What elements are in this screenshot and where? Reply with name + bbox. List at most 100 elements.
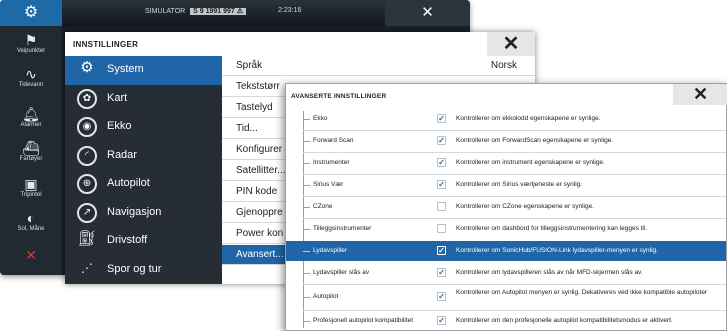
row-description: Kontrollerer om Autopilot menyen er synl… bbox=[456, 289, 708, 296]
row-label: Profesjonell autopilot kompatibilitet bbox=[313, 317, 414, 324]
sidebar-item-label: Veipunkter bbox=[16, 48, 46, 54]
sonar-icon: ◉ bbox=[77, 117, 97, 137]
tree-tick bbox=[303, 229, 310, 230]
advanced-row-instrumenter[interactable]: Instrumenter ✓ Kontrollerer om instrumen… bbox=[286, 153, 726, 173]
simulator-mode: S 9 1991 997 ⚠ bbox=[190, 8, 247, 15]
category-ekko[interactable]: ◉ Ekko bbox=[65, 113, 222, 142]
advanced-close-icon[interactable]: ✕ bbox=[673, 84, 727, 105]
category-navigasjon[interactable]: ↗ Navigasjon bbox=[65, 199, 222, 228]
row-checkbox[interactable] bbox=[437, 202, 446, 211]
simulator-status: SIMULATOR S 9 1991 997 ⚠ bbox=[145, 7, 247, 15]
row-description: Kontrollerer om ForwardScan egenskapene … bbox=[456, 137, 614, 144]
sidebar-item-label: Fartøyer bbox=[19, 156, 43, 162]
row-label: Lydavspiller bbox=[313, 247, 348, 254]
flag-icon: ⚑ bbox=[24, 32, 38, 48]
option-label: PIN kode bbox=[236, 186, 278, 197]
option-label: Tid... bbox=[236, 123, 258, 134]
sidebar-item-label: Alarmer bbox=[20, 122, 42, 128]
sidebar-item-sol-mane[interactable]: ◐ Sol, Måne bbox=[0, 210, 62, 232]
advanced-row-autopilot[interactable]: Autopilot ✓ Kontrollerer om Autopilot me… bbox=[286, 285, 726, 309]
trip-icon: ▣ bbox=[24, 176, 38, 192]
row-label: Tilleggsinstrumenter bbox=[313, 225, 372, 232]
advanced-settings-dialog: AVANSERTE INNSTILLINGER ✕ Ekko ✓ Kontrol… bbox=[285, 83, 727, 331]
row-description: Kontrollerer om ekkolodd egenskapene er … bbox=[456, 115, 601, 122]
row-checkbox[interactable]: ✓ bbox=[437, 246, 446, 255]
row-label: CZone bbox=[313, 203, 333, 210]
row-label: Instrumenter bbox=[313, 159, 350, 166]
option-label: Tekststørr bbox=[236, 81, 280, 92]
advanced-row-forward-scan[interactable]: Forward Scan ✓ Kontrollerer om ForwardSc… bbox=[286, 131, 726, 151]
sidebar-item-fartoyer[interactable]: ⛴︎ Fartøyer bbox=[0, 140, 62, 162]
screen: ⚙ SIMULATOR S 9 1991 997 ⚠ 2:23:16 ✕ ⚑ V… bbox=[0, 0, 727, 331]
tree-tick bbox=[303, 185, 310, 186]
sidebar-item-tripintel[interactable]: ▣ Tripintel bbox=[0, 176, 62, 198]
row-checkbox[interactable]: ✓ bbox=[437, 114, 446, 123]
sidebar-item-label: Tidevann bbox=[18, 82, 44, 88]
settings-close-icon[interactable]: ✕ bbox=[487, 32, 535, 56]
category-label: Autopilot bbox=[107, 177, 150, 189]
simulator-label: SIMULATOR bbox=[145, 8, 186, 15]
category-system[interactable]: ⚙ System bbox=[65, 56, 222, 85]
row-checkbox[interactable]: ✓ bbox=[437, 158, 446, 167]
row-label: Ekko bbox=[313, 115, 328, 122]
advanced-row-profesjonell-autopilot[interactable]: Profesjonell autopilot kompatibilitet ✓ … bbox=[286, 311, 726, 330]
tree-tick bbox=[303, 273, 310, 274]
tree-tick bbox=[303, 297, 310, 298]
option-label: Gjenoppre bbox=[236, 207, 283, 218]
option-label: Avansert... bbox=[236, 249, 284, 260]
category-label: Spor og tur bbox=[107, 262, 162, 275]
category-drivstoff[interactable]: ⛽︎ Drivstoff bbox=[65, 227, 222, 256]
category-autopilot[interactable]: ⊕ Autopilot bbox=[65, 170, 222, 199]
advanced-row-lydavspiller[interactable]: Lydavspiller ✓ Kontrollerer om SonicHub/… bbox=[286, 241, 726, 261]
advanced-row-czone[interactable]: CZone Kontrollerer om CZone egenskapene … bbox=[286, 197, 726, 217]
clock: 2:23:16 bbox=[278, 7, 302, 14]
row-description: Kontrollerer om SonicHub/FUSION-Link lyd… bbox=[456, 247, 658, 254]
track-icon: ⋰ bbox=[81, 260, 93, 275]
settings-gear-icon[interactable]: ⚙ bbox=[0, 0, 62, 26]
row-label: Lydavspiller slås av bbox=[313, 269, 370, 276]
helm-icon: ⊕ bbox=[77, 174, 97, 194]
option-sprak[interactable]: Språk Norsk bbox=[222, 56, 535, 76]
category-spor-og-tur[interactable]: ⋰ Spor og tur bbox=[65, 256, 222, 285]
sidebar-item-label: Tripintel bbox=[20, 192, 42, 198]
compass-icon: ↗ bbox=[77, 202, 97, 223]
bell-icon: 🔔︎ bbox=[22, 106, 40, 122]
row-checkbox[interactable]: ✓ bbox=[437, 136, 446, 145]
advanced-row-ekko[interactable]: Ekko ✓ Kontrollerer om ekkolodd egenskap… bbox=[286, 109, 726, 129]
category-kart[interactable]: ✿ Kart bbox=[65, 85, 222, 114]
row-checkbox[interactable] bbox=[437, 224, 446, 233]
row-label: Autopilot bbox=[313, 293, 339, 300]
advanced-row-lydavspiller-slas-av[interactable]: Lydavspiller slås av ✓ Kontrollerer om l… bbox=[286, 263, 726, 283]
tree-tick bbox=[303, 119, 310, 120]
option-value: Norsk bbox=[490, 60, 517, 71]
category-label: Drivstoff bbox=[107, 234, 148, 246]
tree-tick bbox=[303, 251, 310, 252]
sun-moon-icon: ◐ bbox=[26, 210, 36, 226]
sidebar-item-tidevann[interactable]: ∿ Tidevann bbox=[0, 66, 62, 88]
sidebar-item-alarmer[interactable]: 🔔︎ Alarmer bbox=[0, 106, 62, 128]
option-label: Tastelyd bbox=[236, 102, 273, 113]
tree-tick bbox=[303, 141, 310, 142]
sidebar: ⚑ Veipunkter ∿ Tidevann 🔔︎ Alarmer ⛴︎ Fa… bbox=[0, 26, 62, 275]
row-checkbox[interactable]: ✓ bbox=[437, 268, 446, 277]
sidebar-item-veipunkter[interactable]: ⚑ Veipunkter bbox=[0, 32, 62, 54]
option-label: Power kon bbox=[236, 228, 284, 239]
advanced-row-sirius-vaer[interactable]: Sirius Vær ✓ Kontrollerer om Sirius vært… bbox=[286, 175, 726, 195]
boat-icon: ⛴︎ bbox=[22, 140, 40, 156]
row-description: Kontrollerer om den profesjonelle autopi… bbox=[456, 317, 673, 324]
category-radar[interactable]: ◜ Radar bbox=[65, 142, 222, 171]
gear-icon: ⚙ bbox=[80, 59, 94, 76]
row-checkbox[interactable]: ✓ bbox=[437, 180, 446, 189]
row-label: Sirius Vær bbox=[313, 181, 344, 188]
chart-icon: ✿ bbox=[77, 88, 97, 109]
row-description: Kontrollerer om Sirius værtjeneste er sy… bbox=[456, 181, 583, 188]
option-label: Språk bbox=[236, 60, 263, 71]
tree-tick bbox=[303, 163, 310, 164]
sidebar-close-icon[interactable]: ✕ bbox=[0, 247, 62, 264]
advanced-row-tilleggsinstrumenter[interactable]: Tilleggsinstrumenter Kontrollerer om das… bbox=[286, 219, 726, 239]
wave-icon: ∿ bbox=[25, 66, 37, 82]
close-icon[interactable]: ✕ bbox=[385, 0, 470, 26]
top-bar: ⚙ SIMULATOR S 9 1991 997 ⚠ 2:23:16 ✕ bbox=[0, 0, 470, 26]
row-checkbox[interactable]: ✓ bbox=[437, 292, 446, 301]
row-checkbox[interactable]: ✓ bbox=[437, 316, 446, 325]
